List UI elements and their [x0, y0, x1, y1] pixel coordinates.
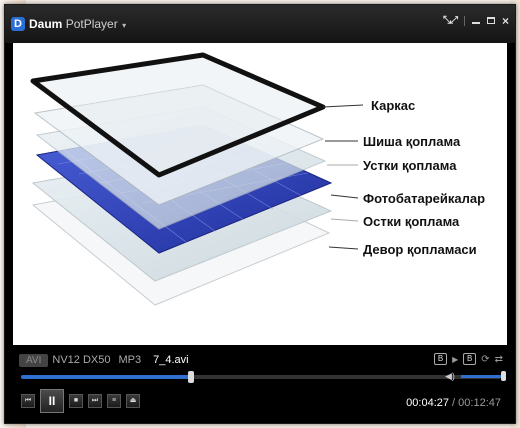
pause-button[interactable]: II — [40, 389, 64, 413]
play-arrow-icon: ▶ — [452, 354, 459, 364]
fullscreen-icon[interactable]: ⤡⤢ — [443, 15, 458, 26]
volume-bar[interactable] — [461, 375, 503, 378]
time-display[interactable]: 00:04:27 / 00:12:47 — [406, 397, 501, 409]
app-title-product: PotPlayer — [65, 17, 118, 31]
previous-button[interactable]: ⏮ — [21, 394, 35, 408]
video-codec: NV12 DX50 — [52, 354, 111, 366]
label-photocells: Фотобатарейкалар — [363, 191, 486, 206]
layer-labels: Каркас Шиша қоплама Устки қоплама Фотоба… — [13, 43, 507, 345]
window-controls: ⤡⤢ × — [443, 15, 509, 27]
repeat-icon[interactable]: ⟳ — [481, 354, 489, 365]
playback-controls: ⏮ II ■ ⏭ ≡ ⏏ — [21, 389, 140, 413]
seek-bar[interactable] — [21, 371, 501, 383]
label-frame: Каркас — [371, 98, 416, 113]
seek-handle[interactable] — [187, 371, 194, 383]
a-point-button[interactable]: B — [434, 353, 448, 365]
seek-progress — [21, 375, 191, 379]
label-wall-cover: Девор қопламаси — [363, 242, 477, 257]
ab-repeat-controls: B ▶ B ⟳ ⇄ — [434, 353, 503, 365]
container-badge[interactable]: AVI — [19, 353, 49, 367]
label-lower-cover: Остки қоплама — [363, 214, 460, 229]
stop-button[interactable]: ■ — [69, 394, 83, 408]
app-title[interactable]: Daum PotPlayer ▾ — [29, 17, 126, 31]
minimize-icon[interactable] — [471, 21, 480, 24]
b-point-button[interactable]: B — [463, 353, 477, 365]
label-upper-cover: Устки қоплама — [363, 158, 457, 173]
maximize-icon[interactable] — [486, 17, 495, 24]
volume-icon[interactable]: ◀) — [445, 371, 455, 382]
divider — [463, 15, 465, 26]
shuffle-icon[interactable]: ⇄ — [495, 354, 503, 365]
title-bar[interactable]: D Daum PotPlayer ▾ ⤡⤢ × — [5, 5, 515, 43]
video-frame[interactable]: Каркас Шиша қоплама Устки қоплама Фотоба… — [13, 43, 507, 345]
playlist-button[interactable]: ≡ — [107, 394, 121, 408]
app-logo-icon: D — [11, 17, 25, 31]
potplayer-window: D Daum PotPlayer ▾ ⤡⤢ × Каркас Шиша қопл… — [4, 4, 516, 424]
close-icon[interactable]: × — [502, 15, 509, 27]
current-time: 00:04:27 — [406, 397, 449, 409]
file-name: 7_4.avi — [153, 354, 189, 366]
menu-arrow-icon[interactable]: ▾ — [122, 21, 126, 30]
volume-handle[interactable] — [501, 371, 506, 381]
eject-button[interactable]: ⏏ — [126, 394, 140, 408]
total-time: 00:12:47 — [458, 397, 501, 409]
audio-codec: MP3 — [118, 354, 142, 366]
label-glass-cover: Шиша қоплама — [363, 134, 461, 149]
time-separator: / — [449, 397, 459, 409]
next-button[interactable]: ⏭ — [88, 394, 102, 408]
info-bar: AVI NV12 DX50 MP3 7_4.avi B ▶ B ⟳ ⇄ — [13, 351, 507, 369]
app-title-brand: Daum — [29, 17, 63, 31]
